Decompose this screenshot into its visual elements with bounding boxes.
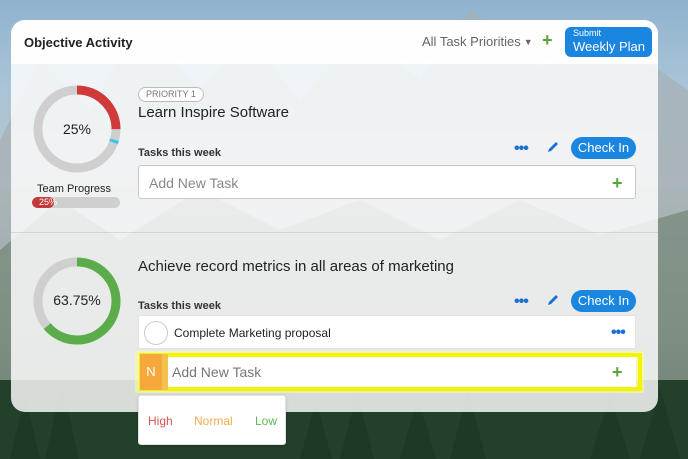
priority-dropdown-menu: High Normal Low: [138, 395, 286, 445]
section-divider: [11, 232, 658, 233]
add-task-plus-icon-2[interactable]: +: [612, 363, 623, 381]
submit-weekly-plan-button[interactable]: Submit Weekly Plan: [565, 27, 652, 57]
task-name: Complete Marketing proposal: [174, 326, 331, 340]
team-progress-label: Team Progress: [37, 183, 111, 195]
submit-big-label: Weekly Plan: [573, 39, 646, 54]
submit-small-label: Submit: [573, 28, 602, 38]
priority-filter-label: All Task Priorities: [422, 34, 521, 49]
task-row[interactable]: Complete Marketing proposal •••: [138, 315, 636, 349]
task-more-options-icon[interactable]: •••: [611, 325, 626, 341]
objective-title-1: Learn Inspire Software: [138, 104, 289, 121]
priority-option-low[interactable]: Low: [255, 414, 277, 428]
caret-down-icon: ▼: [523, 37, 533, 47]
add-task-input-1[interactable]: Add New Task +: [138, 165, 636, 199]
add-task-input-2[interactable]: Add New Task +: [168, 357, 636, 387]
add-objective-plus-icon[interactable]: +: [542, 31, 553, 49]
more-options-icon-1[interactable]: •••: [514, 141, 529, 157]
add-task-placeholder-1: Add New Task: [149, 175, 239, 191]
priority-option-normal[interactable]: Normal: [194, 414, 233, 428]
check-in-button-2[interactable]: Check In: [571, 290, 636, 312]
priority-selector-button[interactable]: N: [140, 354, 162, 390]
priority-badge: PRIORITY 1: [138, 87, 204, 102]
task-complete-checkbox[interactable]: [144, 321, 168, 345]
tasks-this-week-label-1: Tasks this week: [138, 147, 221, 159]
page-title: Objective Activity: [24, 35, 133, 50]
add-task-plus-icon-1[interactable]: +: [612, 174, 623, 192]
edit-pencil-icon-1[interactable]: [546, 140, 560, 154]
tasks-this-week-label-2: Tasks this week: [138, 300, 221, 312]
edit-pencil-icon-2[interactable]: [546, 293, 560, 307]
objective-title-2: Achieve record metrics in all areas of m…: [138, 258, 454, 275]
add-task-placeholder-2: Add New Task: [172, 364, 262, 380]
priority-filter-dropdown[interactable]: All Task Priorities ▼: [422, 34, 533, 49]
team-progress-text: 25%: [39, 197, 58, 207]
more-options-icon-2[interactable]: •••: [514, 294, 529, 310]
priority-option-high[interactable]: High: [148, 414, 173, 428]
team-progress-bar: 25%: [32, 197, 120, 208]
check-in-button-1[interactable]: Check In: [571, 137, 636, 159]
progress-percent-2: 63.75%: [53, 292, 101, 308]
progress-percent-1: 25%: [62, 121, 92, 137]
